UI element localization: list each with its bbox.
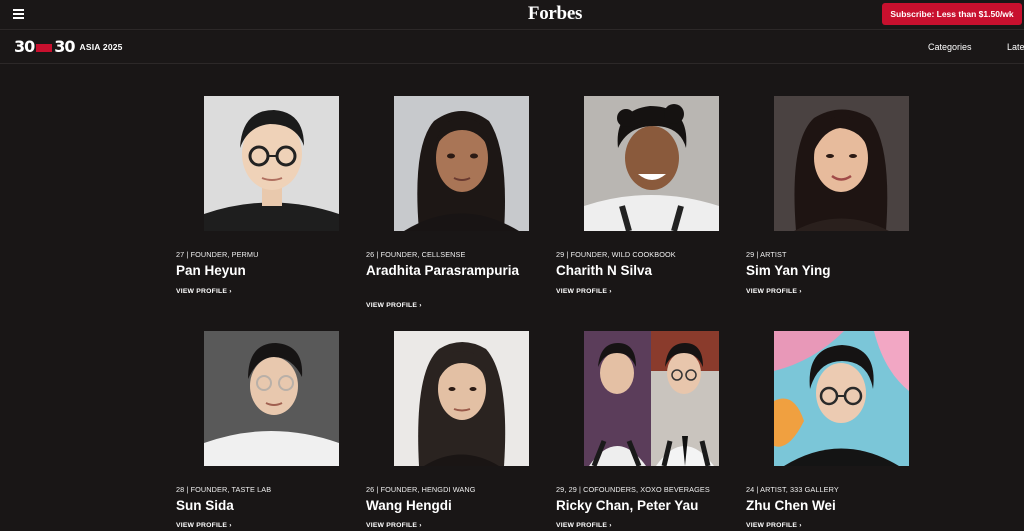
chevron-right-icon: › <box>419 522 422 529</box>
view-profile-label: VIEW PROFILE <box>746 288 798 295</box>
chevron-right-icon: › <box>419 302 422 309</box>
profile-photo[interactable] <box>394 331 529 466</box>
view-profile-label: VIEW PROFILE <box>176 288 228 295</box>
profile-photo[interactable] <box>204 96 339 231</box>
profile-photo[interactable] <box>204 331 339 466</box>
view-profile-link[interactable]: VIEW PROFILE › <box>556 522 746 529</box>
nav-link-latest[interactable]: Late <box>1007 42 1024 52</box>
profile-photo[interactable] <box>584 96 719 231</box>
profile-photo[interactable] <box>774 331 909 466</box>
profile-name[interactable]: Aradhita Parasrampuria <box>366 264 556 278</box>
view-profile-link[interactable]: VIEW PROFILE › <box>176 522 366 529</box>
chevron-right-icon: › <box>799 288 802 295</box>
view-profile-link[interactable]: VIEW PROFILE › <box>366 302 556 309</box>
section-nav-bar: 30 30 ASIA 2025 Categories Late <box>0 31 1024 64</box>
chevron-right-icon: › <box>229 522 232 529</box>
view-profile-label: VIEW PROFILE <box>366 522 418 529</box>
profile-name[interactable]: Pan Heyun <box>176 264 366 278</box>
forbes-logo[interactable]: Forbes <box>0 3 1024 25</box>
brand-number-left: 30 <box>14 37 35 56</box>
profile-photo[interactable] <box>394 96 529 231</box>
profile-photo[interactable] <box>584 331 719 466</box>
nav-link-categories[interactable]: Categories <box>928 42 972 52</box>
profile-name[interactable]: Sim Yan Ying <box>746 264 936 278</box>
profile-photo[interactable] <box>774 96 909 231</box>
view-profile-label: VIEW PROFILE <box>556 522 608 529</box>
chevron-right-icon: › <box>229 288 232 295</box>
view-profile-label: VIEW PROFILE <box>366 302 418 309</box>
view-profile-link[interactable]: VIEW PROFILE › <box>746 288 936 295</box>
view-profile-link[interactable]: VIEW PROFILE › <box>746 522 936 529</box>
profile-meta: 29 | ARTIST <box>746 250 787 259</box>
brand-number-right: 30 <box>54 37 75 56</box>
profile-name[interactable]: Ricky Chan, Peter Yau <box>556 499 746 513</box>
brand-tag: ASIA 2025 <box>79 42 123 52</box>
under-badge-icon <box>36 44 53 52</box>
view-profile-link[interactable]: VIEW PROFILE › <box>366 522 556 529</box>
profile-name[interactable]: Sun Sida <box>176 499 366 513</box>
profile-meta: 24 | ARTIST, 333 GALLERY <box>746 485 839 494</box>
view-profile-link[interactable]: VIEW PROFILE › <box>556 288 746 295</box>
view-profile-label: VIEW PROFILE <box>556 288 608 295</box>
profile-meta: 27 | FOUNDER, PERMU <box>176 250 259 259</box>
profile-meta: 29, 29 | COFOUNDERS, XOXO BEVERAGES <box>556 485 710 494</box>
subscribe-button[interactable]: Subscribe: Less than $1.50/wk <box>882 3 1022 25</box>
top-bar: Forbes Subscribe: Less than $1.50/wk <box>0 0 1024 30</box>
30-under-30-logo[interactable]: 30 30 ASIA 2025 <box>14 39 123 55</box>
profile-name[interactable]: Wang Hengdi <box>366 499 556 513</box>
profile-name[interactable]: Zhu Chen Wei <box>746 499 936 513</box>
profile-meta: 26 | FOUNDER, CELLSENSE <box>366 250 466 259</box>
chevron-right-icon: › <box>799 522 802 529</box>
chevron-right-icon: › <box>609 288 612 295</box>
profile-name[interactable]: Charith N Silva <box>556 264 746 278</box>
view-profile-link[interactable]: VIEW PROFILE › <box>176 288 366 295</box>
chevron-right-icon: › <box>609 522 612 529</box>
profile-meta: 29 | FOUNDER, WILD COOKBOOK <box>556 250 676 259</box>
profile-meta: 26 | FOUNDER, HENGDI WANG <box>366 485 476 494</box>
view-profile-label: VIEW PROFILE <box>176 522 228 529</box>
profile-meta: 28 | FOUNDER, TASTE LAB <box>176 485 272 494</box>
view-profile-label: VIEW PROFILE <box>746 522 798 529</box>
